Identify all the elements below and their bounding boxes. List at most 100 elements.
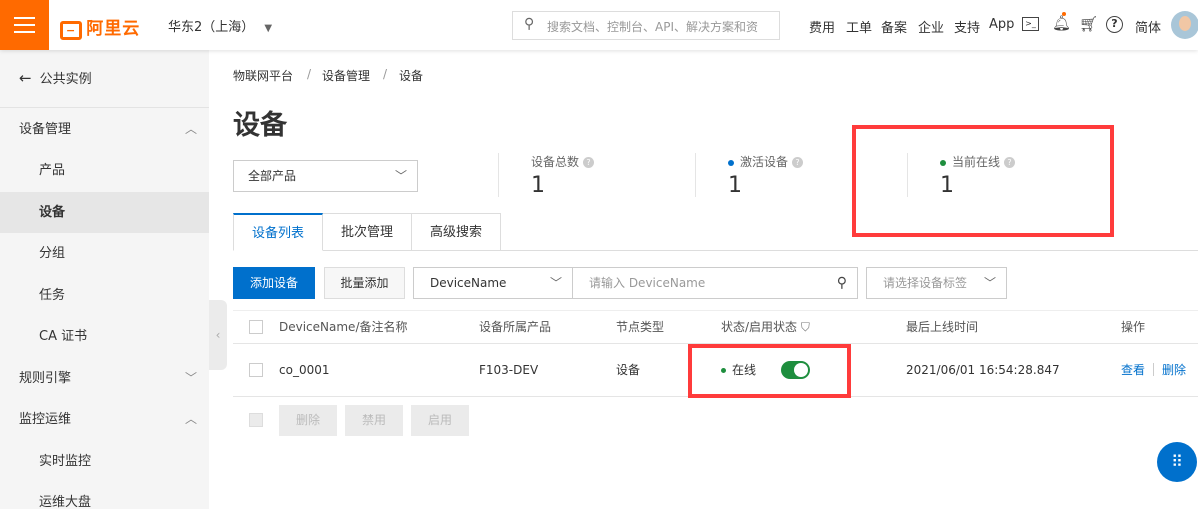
bell-icon[interactable]: 🔔︎ [1052,14,1071,32]
last-online-time: 2021/06/01 16:54:28.847 [906,363,1060,377]
nav-icp[interactable]: 备案 [881,17,907,36]
page-title: 设备 [233,110,287,141]
breadcrumb-sep: / [307,67,312,81]
chevron-down-icon: ﹀ [983,276,996,290]
device-name-search-input[interactable]: 请输入 DeviceName ⚲ [572,267,858,299]
col-device-name: DeviceName/备注名称 [279,320,408,334]
help-icon[interactable]: ? [792,157,804,168]
help-icon[interactable]: ? [583,157,595,168]
search-field-select[interactable]: DeviceName ﹀ [413,267,573,299]
top-header: − 阿里云 华东2（上海） ▼ ⚲ 搜索文档、控制台、API、解决方案和资 费用 工… [0,0,1198,50]
status-dot [728,159,734,166]
bulk-select-checkbox[interactable] [249,413,263,427]
item-label: 监控运维 [19,412,72,427]
nav-enterprise[interactable]: 企业 [918,17,944,36]
divider [1153,363,1154,376]
nav-tickets[interactable]: 工单 [846,17,872,36]
col-product: 设备所属产品 [479,320,552,334]
batch-add-button[interactable]: 批量添加 [324,267,405,299]
sidebar-item-monitoring[interactable]: 监控运维 ︿ [0,399,209,440]
stat-total-value: 1 [531,173,545,198]
placeholder: 请输入 DeviceName [589,276,706,290]
sidebar-collapse-handle[interactable]: ‹ [209,300,227,370]
bulk-disable-button[interactable]: 禁用 [345,405,403,436]
tab-device-list[interactable]: 设备列表 [233,213,323,251]
product-select-value: 全部产品 [248,169,297,183]
sidebar-item-devices[interactable]: 设备 [0,192,209,233]
terminal-icon[interactable]: >_ [1022,17,1039,31]
col-node-type: 节点类型 [616,320,665,334]
label: 激活设备 [740,155,789,169]
nav-support[interactable]: 支持 [954,17,980,36]
sidebar-item-ops-dashboard[interactable]: 运维大盘 [0,482,209,523]
label: 设备总数 [531,155,580,169]
device-name[interactable]: co_0001 [279,344,329,396]
label: 状态/启用状态 [721,320,798,334]
arrow-left-icon: ← [19,69,32,87]
sidebar-item-rule-engine[interactable]: 规则引擎 ﹀ [0,358,209,399]
bulk-delete-button[interactable]: 删除 [279,405,337,436]
breadcrumb-current: 设备 [399,69,424,83]
tab-advanced-search[interactable]: 高级搜索 [411,213,501,251]
sidebar-item-ca-cert[interactable]: CA 证书 [0,316,209,357]
sidebar-item-groups[interactable]: 分组 [0,233,209,274]
col-last-online: 最后上线时间 [906,320,979,334]
row-checkbox[interactable] [249,363,263,377]
node-type: 设备 [616,363,641,377]
field-value: DeviceName [430,276,507,290]
chevron-down-icon: ﹀ [549,276,562,290]
device-product: F103-DEV [479,363,539,377]
stat-activated-value: 1 [728,173,742,198]
view-link[interactable]: 查看 [1121,344,1145,396]
help-icon[interactable]: ? [1106,16,1123,33]
filter-icon[interactable]: ⛉ [801,320,810,334]
region-selector[interactable]: 华东2（上海） ▼ [168,16,272,35]
logo-text: 阿里云 [86,19,141,39]
divider [695,153,696,197]
search-icon: ⚲ [524,16,535,32]
nav-fees[interactable]: 费用 [809,17,835,36]
aliyun-logo[interactable]: − 阿里云 [60,14,141,40]
divider [0,107,209,108]
back-label: 公共实例 [39,72,92,87]
breadcrumb-sep: / [383,67,388,81]
cart-icon[interactable]: 🛒︎ [1079,15,1098,33]
delete-link[interactable]: 删除 [1162,344,1186,396]
menu-icon[interactable] [0,0,49,50]
stat-total-label: 设备总数? [531,153,595,170]
sidebar-item-realtime-monitor[interactable]: 实时监控 [0,441,209,482]
device-tag-select[interactable]: 请选择设备标签 ﹀ [866,267,1007,299]
product-select[interactable]: 全部产品 ﹀ [233,160,418,192]
add-device-button[interactable]: 添加设备 [233,267,315,299]
divider [498,153,499,197]
sidebar: ← 公共实例 设备管理 ︿ 产品 设备 分组 任务 CA 证书 规则引擎 ﹀ 监控运维… [0,50,209,510]
col-actions: 操作 [1121,320,1146,334]
nav-app[interactable]: App [989,17,1014,32]
avatar[interactable] [1171,11,1198,39]
sidebar-item-tasks[interactable]: 任务 [0,275,209,316]
back-link[interactable]: ← 公共实例 [0,58,209,99]
bulk-enable-button[interactable]: 启用 [411,405,469,436]
sidebar-item-device-management[interactable]: 设备管理 ︿ [0,109,209,150]
notification-dot [1062,12,1066,16]
col-status: 状态/启用状态 ⛉ [721,310,810,344]
select-all-checkbox[interactable] [249,320,263,334]
breadcrumb-device-management[interactable]: 设备管理 [322,67,370,84]
highlight-box [852,125,1114,237]
region-label: 华东2（上海） [168,20,255,35]
apps-grid-icon[interactable]: ⠿ [1157,442,1197,482]
chevron-up-icon: ︿ [184,412,197,426]
search-icon[interactable]: ⚲ [837,268,847,298]
breadcrumb-iot[interactable]: 物联网平台 [233,67,293,84]
sidebar-item-products[interactable]: 产品 [0,150,209,191]
global-search-input[interactable]: ⚲ 搜索文档、控制台、API、解决方案和资 [512,11,780,40]
language-switch[interactable]: 简体 [1135,17,1161,36]
chevron-down-icon: ﹀ [394,169,407,183]
chevron-up-icon: ︿ [184,122,197,136]
tab-batch-management[interactable]: 批次管理 [322,213,412,251]
item-label: 规则引擎 [19,371,72,386]
search-placeholder: 搜索文档、控制台、API、解决方案和资 [547,20,758,34]
caret-down-icon: ▼ [264,23,273,34]
stat-activated-label: 激活设备? [728,153,804,170]
highlight-box [688,344,851,398]
